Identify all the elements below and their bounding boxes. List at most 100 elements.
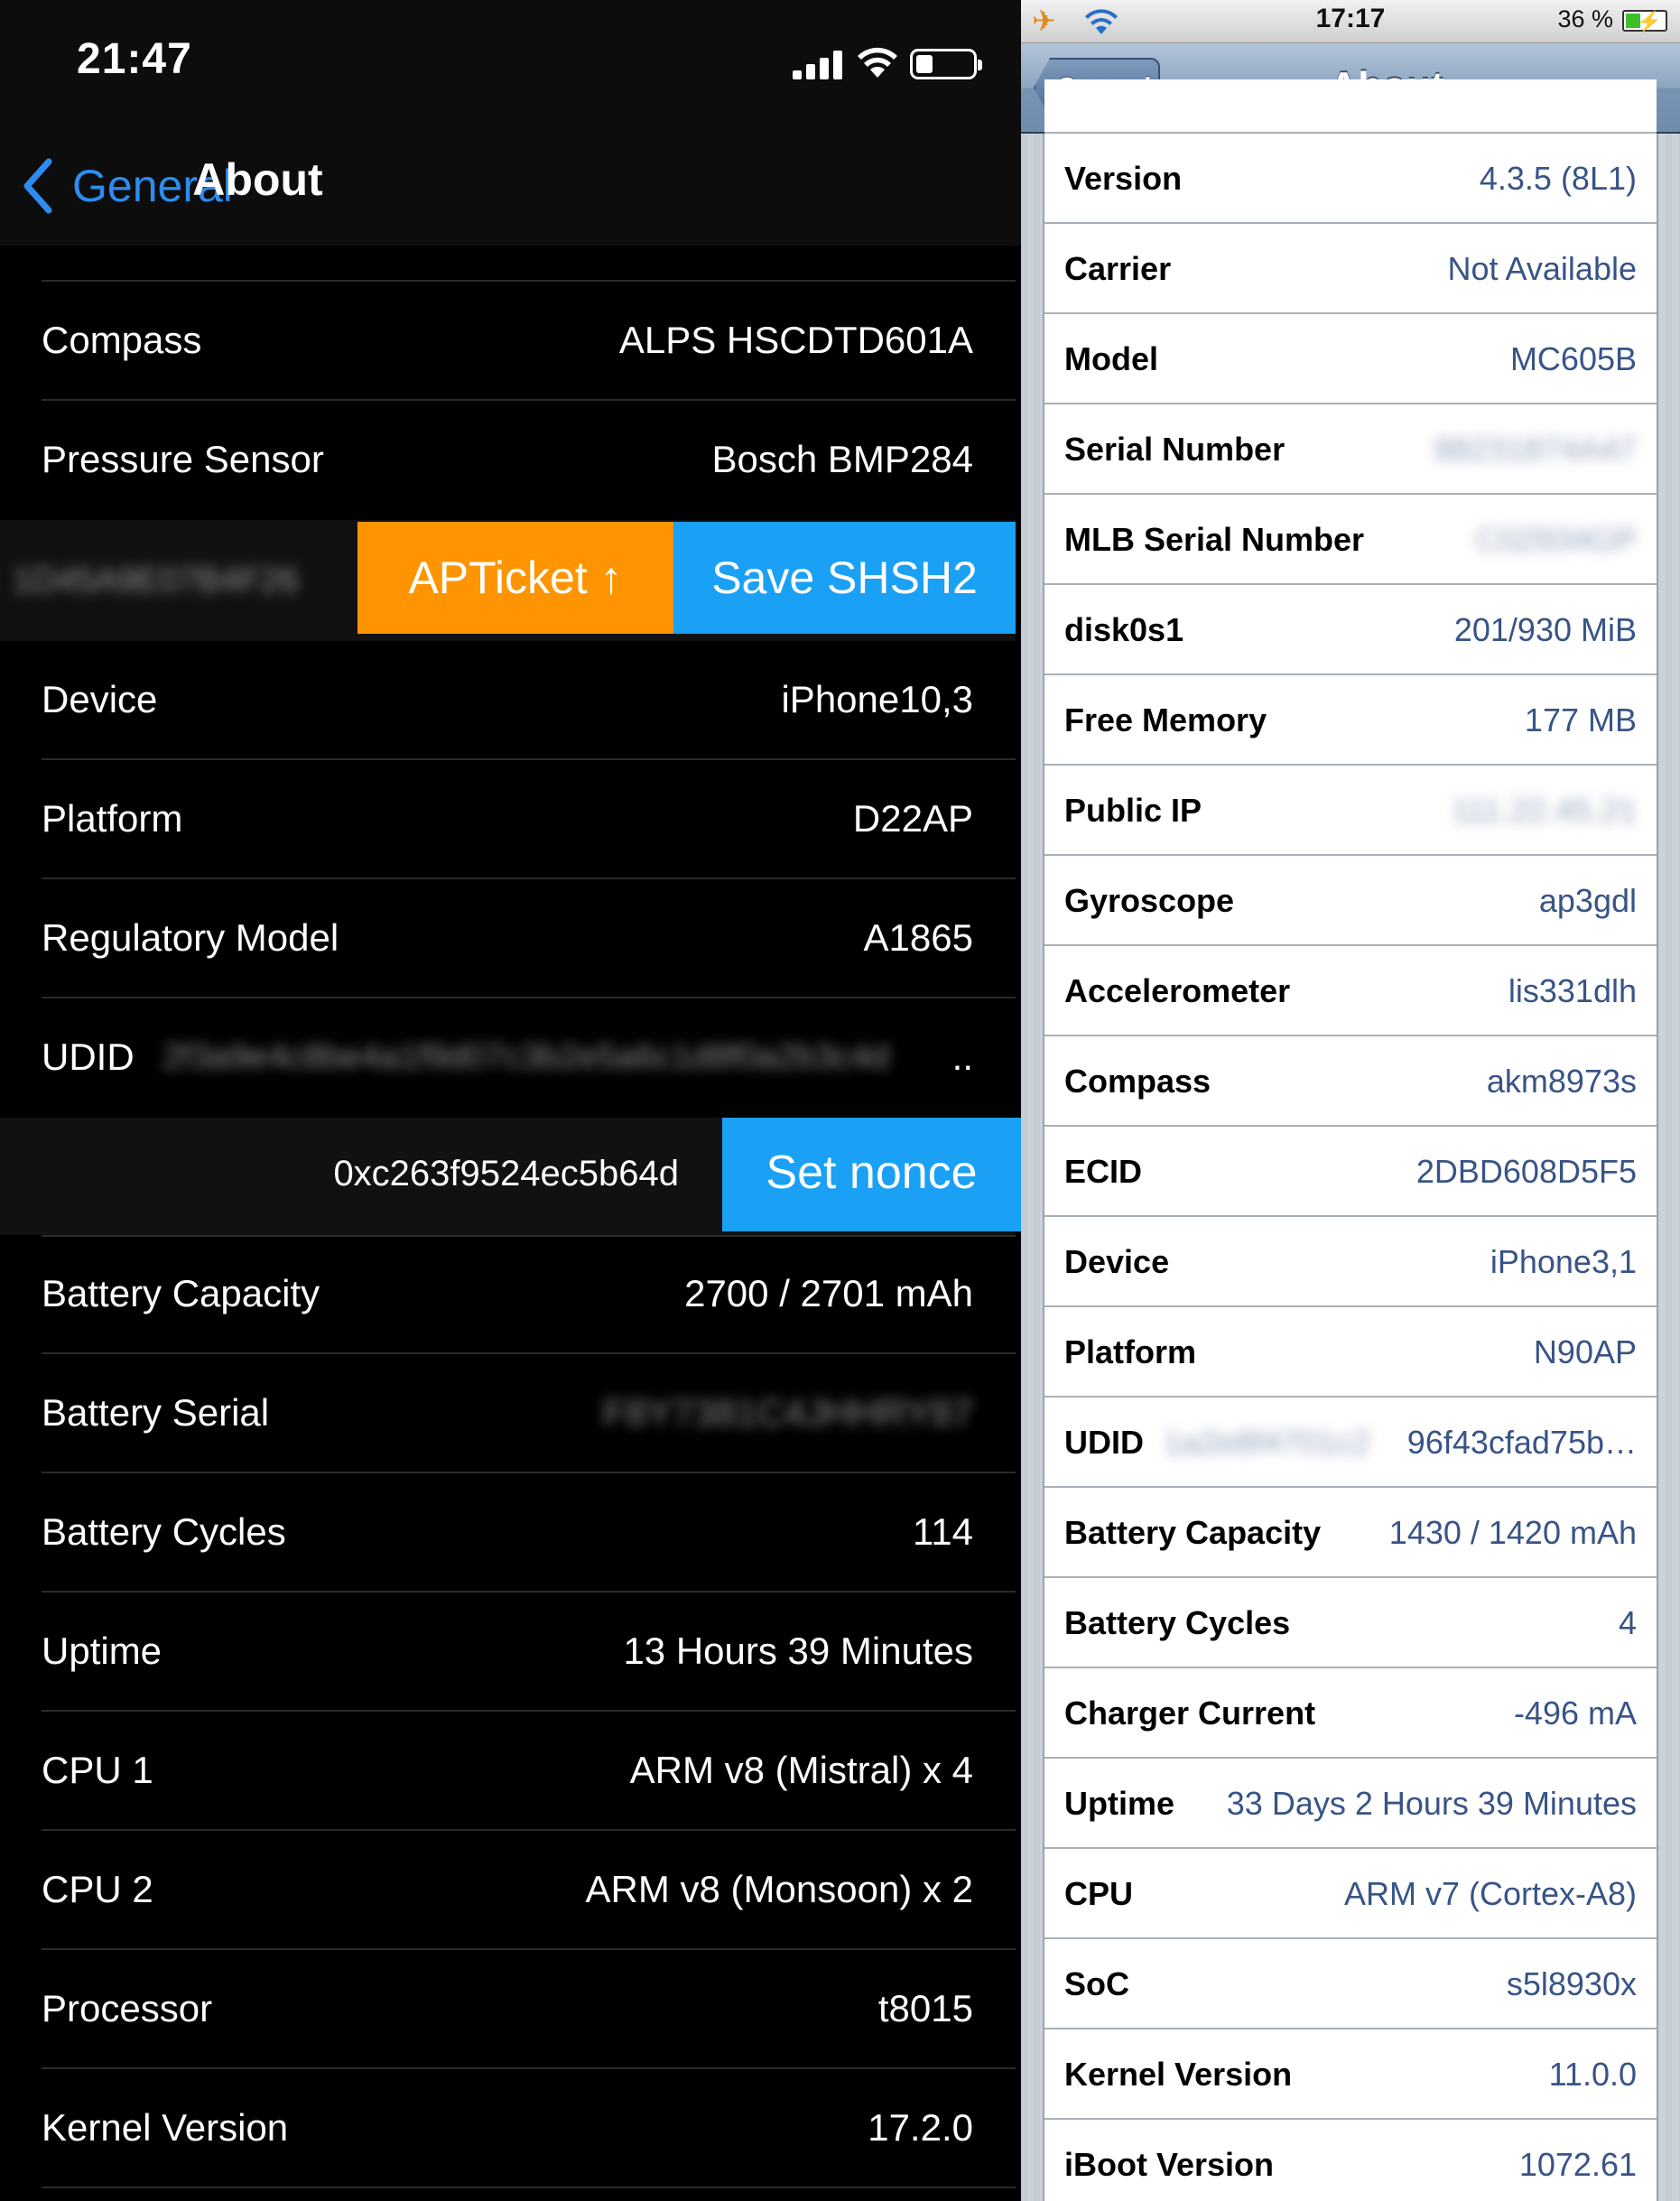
row-value: 13 Hours 39 Minutes bbox=[623, 1630, 973, 1672]
list-item[interactable]: MLB Serial Number C02934GP bbox=[1044, 495, 1657, 585]
row-value: s5l8930x bbox=[1506, 1965, 1637, 2002]
list-item[interactable]: CPU 2 ARM v8 (Monsoon) x 2 bbox=[0, 1831, 1016, 1950]
list-item[interactable]: UDID 1a2e8f4701c2 96f43cfad75b… bbox=[1044, 1398, 1657, 1488]
swipe-row-ecid[interactable]: 1D45A9E07B4F26 APTicket ↑ Save SHSH2 bbox=[0, 520, 1016, 641]
list-item[interactable]: Platform N90AP bbox=[1044, 1307, 1657, 1398]
row-value: iPhone10,3 bbox=[781, 678, 973, 720]
list-item[interactable]: Processor t8015 bbox=[0, 1950, 1016, 2069]
row-key: CPU bbox=[1064, 1875, 1134, 1912]
wifi-icon bbox=[858, 47, 897, 78]
row-key: Battery Serial bbox=[42, 1391, 270, 1434]
list-item[interactable]: Model MC605B bbox=[1044, 314, 1657, 404]
list-item[interactable]: Kernel Version 17.2.0 bbox=[0, 2069, 1016, 2188]
row-value: N90AP bbox=[1533, 1333, 1637, 1370]
battery-icon bbox=[910, 49, 982, 79]
row-value: Bosch BMP284 bbox=[711, 438, 974, 480]
list-item[interactable]: Public IP 111.22.45.21 bbox=[1044, 766, 1657, 856]
row-key: UDID bbox=[42, 1035, 135, 1078]
swipe-row-nonce[interactable]: 0xc263f9524ec5b64d Set nonce bbox=[0, 1118, 1021, 1235]
row-key: Public IP bbox=[1064, 792, 1202, 829]
classic-about-screen: ✈ 17:17 36 % ⚡ General About Version4.3.… bbox=[1021, 0, 1680, 2201]
row-key: UDID bbox=[1064, 1424, 1144, 1461]
list-item[interactable]: ECID 2DBD608D5F5 bbox=[1044, 1127, 1657, 1217]
list-item[interactable]: Compass ALPS HSCDTD601A bbox=[0, 282, 1016, 401]
row-key: Carrier bbox=[1064, 250, 1172, 287]
udid-prefix-blurred: 1a2e8f4701c2 bbox=[1164, 1424, 1370, 1461]
row-value: iPhone3,1 bbox=[1490, 1243, 1637, 1280]
row-key: CPU 1 bbox=[42, 1749, 153, 1791]
row-key: Serial Number bbox=[1064, 431, 1286, 468]
row-key: Device bbox=[1064, 1243, 1170, 1280]
list-item[interactable]: Charger Current -496 mA bbox=[1044, 1668, 1657, 1759]
list-item[interactable]: SoC s5l8930x bbox=[1044, 1939, 1657, 2029]
list-item bbox=[1044, 79, 1657, 134]
row-value: ARM v7 (Cortex-A8) bbox=[1343, 1875, 1637, 1912]
set-nonce-button[interactable]: Set nonce bbox=[722, 1118, 1021, 1231]
status-time: 21:47 bbox=[77, 35, 192, 83]
list-item[interactable]: Platform D22AP bbox=[0, 760, 1016, 879]
row-key: Free Memory bbox=[1064, 701, 1267, 738]
row-value: 96f43cfad75b… bbox=[1406, 1424, 1637, 1461]
list-item[interactable]: Battery Capacity 1430 / 1420 mAh bbox=[1044, 1488, 1657, 1578]
list-item[interactable]: Uptime 13 Hours 39 Minutes bbox=[0, 1593, 1016, 1712]
list-item[interactable]: Free Memory 177 MB bbox=[1044, 675, 1657, 766]
row-value: D22AP bbox=[852, 797, 973, 840]
row-key: SoC bbox=[1064, 1965, 1129, 2002]
row-value: 33 Days 2 Hours 39 Minutes bbox=[1226, 1785, 1637, 1822]
row-key: Platform bbox=[42, 797, 183, 840]
row-value-blurred: F8Y7381C4JHHRY87 bbox=[602, 1391, 973, 1434]
row-value: 114 bbox=[913, 1510, 973, 1553]
list-item[interactable]: Kernel Version 11.0.0 bbox=[1044, 2029, 1657, 2120]
list-item[interactable]: Version 4.3.5 (8L1) bbox=[1044, 134, 1657, 224]
row-value: 201/930 MiB bbox=[1453, 611, 1637, 648]
list-item[interactable]: Carrier Not Available bbox=[1044, 224, 1657, 314]
list-item[interactable]: Serial Number 88231874A47 bbox=[1044, 404, 1657, 495]
list-item[interactable]: Device iPhone3,1 bbox=[1044, 1217, 1657, 1307]
list-item[interactable]: Device iPhone10,3 bbox=[0, 641, 1016, 760]
row-value: t8015 bbox=[877, 1987, 973, 2029]
list-item[interactable]: Gyroscope ap3gdl bbox=[1044, 856, 1657, 946]
row-key: Uptime bbox=[1064, 1785, 1175, 1822]
list-item[interactable]: Accelerometer lis331dlh bbox=[1044, 946, 1657, 1036]
list-item[interactable]: iBoot Version 1072.61 bbox=[1044, 2120, 1657, 2201]
udid-value-blurred: 2f3a9e4c8be4a1f9d07c3b2e5a6c1d8f0a2b3c4d bbox=[162, 1038, 890, 1076]
row-key: Device bbox=[42, 678, 158, 720]
list-item[interactable]: Battery Cycles 114 bbox=[0, 1473, 1016, 1593]
list-item[interactable]: Uptime 33 Days 2 Hours 39 Minutes bbox=[1044, 1759, 1657, 1849]
row-separator bbox=[42, 2187, 1016, 2188]
row-key: Pressure Sensor bbox=[42, 438, 324, 480]
row-key: disk0s1 bbox=[1064, 611, 1184, 648]
list-item[interactable]: Regulatory Model A1865 bbox=[0, 879, 1016, 998]
row-value: ARM v8 (Mistral) x 4 bbox=[629, 1749, 973, 1791]
udid-ellipsis: .. bbox=[951, 1035, 973, 1078]
list-item[interactable]: Battery Serial F8Y7381C4JHHRY87 bbox=[0, 1354, 1016, 1473]
list-item[interactable]: Compass akm8973s bbox=[1044, 1036, 1657, 1127]
row-value: 11.0.0 bbox=[1548, 2056, 1637, 2093]
row-value: 2DBD608D5F5 bbox=[1415, 1153, 1637, 1190]
list-item[interactable]: disk0s1 201/930 MiB bbox=[1044, 585, 1657, 675]
page-title: About bbox=[192, 154, 323, 205]
row-value: 4.3.5 (8L1) bbox=[1479, 160, 1637, 197]
row-value: Not Available bbox=[1447, 250, 1637, 287]
row-value: -496 mA bbox=[1513, 1695, 1637, 1732]
row-key: Battery Capacity bbox=[1064, 1514, 1322, 1551]
list-item[interactable]: Pressure Sensor Bosch BMP284 bbox=[0, 401, 1016, 520]
battery-percent: 36 % bbox=[1557, 5, 1613, 33]
list-item[interactable]: CPU 1 ARM v8 (Mistral) x 4 bbox=[0, 1712, 1016, 1831]
row-key: Version bbox=[1064, 160, 1183, 197]
row-key: Charger Current bbox=[1064, 1695, 1316, 1732]
row-value: ARM v8 (Monsoon) x 2 bbox=[585, 1868, 973, 1910]
row-value: A1865 bbox=[863, 916, 973, 959]
row-value-blurred: 88231874A47 bbox=[1434, 431, 1637, 468]
row-value: 4 bbox=[1618, 1604, 1637, 1641]
apticket-button[interactable]: APTicket ↑ bbox=[357, 522, 673, 634]
row-key: Compass bbox=[42, 319, 202, 361]
row-key: Battery Cycles bbox=[1064, 1604, 1291, 1641]
charging-bolt-icon: ⚡ bbox=[1637, 10, 1662, 33]
row-value: 177 MB bbox=[1524, 701, 1637, 738]
list-item[interactable]: Battery Cycles 4 bbox=[1044, 1578, 1657, 1668]
list-item-udid[interactable]: UDID 2f3a9e4c8be4a1f9d07c3b2e5a6c1d8f0a2… bbox=[0, 998, 1016, 1118]
list-item[interactable]: Battery Capacity 2700 / 2701 mAh bbox=[0, 1235, 1016, 1354]
list-item[interactable]: CPU ARM v7 (Cortex-A8) bbox=[1044, 1849, 1657, 1939]
save-shsh2-button[interactable]: Save SHSH2 bbox=[673, 522, 1016, 634]
